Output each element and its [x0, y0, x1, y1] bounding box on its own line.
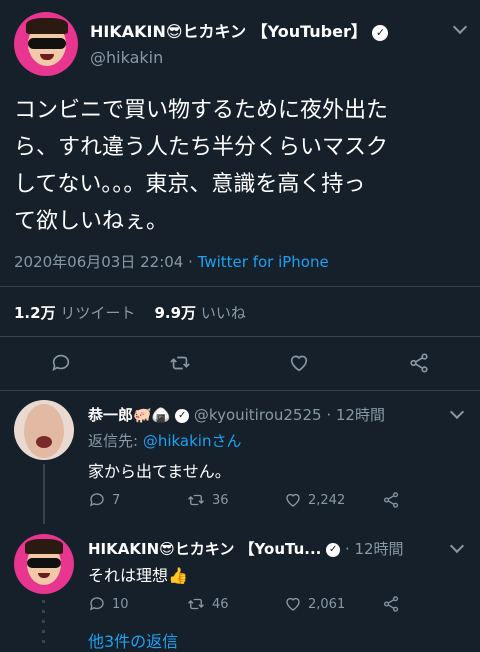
reply-to-handle[interactable]: @hikakinさん — [143, 432, 242, 450]
reply-thread-line — [43, 464, 45, 524]
retweet-button[interactable]: 36 — [186, 491, 229, 509]
like-button[interactable]: 2,242 — [284, 491, 345, 509]
tweet-text: コンビニで買い物するために夜外出た ら、すれ違う人たち半分くらいマスク してない… — [14, 92, 474, 240]
heart-icon — [286, 597, 300, 611]
timestamp[interactable]: 2020年06月03日 22:04 · — [14, 253, 198, 271]
chevron-down-icon[interactable] — [449, 404, 465, 420]
verified-badge-icon: ✓ — [326, 542, 341, 557]
avatar[interactable] — [14, 400, 74, 460]
avatar-face — [24, 404, 64, 458]
retweet-icon — [188, 598, 204, 610]
share-button[interactable] — [408, 352, 430, 374]
like-count: 2,061 — [308, 596, 346, 612]
chevron-down-icon[interactable] — [449, 538, 465, 554]
share-icon — [383, 596, 399, 612]
share-icon — [410, 353, 428, 373]
like-button[interactable]: 2,061 — [284, 595, 345, 613]
chevron-down-icon[interactable] — [452, 19, 468, 35]
retweet-count: 46 — [212, 596, 229, 612]
retweet-count: 1.2万 — [14, 304, 56, 322]
retweet-stat[interactable]: 1.2万 リツイート — [14, 304, 135, 322]
divider — [0, 336, 480, 337]
reply-text: 家から出てません。 — [88, 462, 231, 481]
reply-button[interactable]: 7 — [88, 491, 120, 509]
share-button[interactable] — [382, 491, 400, 509]
sunglasses-icon — [27, 558, 61, 568]
display-name[interactable]: HIKAKIN😎ヒカキン 【YouTuber】 ✓ — [90, 18, 389, 42]
retweet-label: リツイート — [60, 304, 136, 322]
tweet-text-line: してない。。。東京、意識を高く持っ — [14, 172, 366, 197]
reply-to: 返信先: @hikakinさん — [88, 430, 241, 451]
reply-count: 7 — [112, 492, 121, 508]
reply-button[interactable] — [50, 352, 72, 374]
retweet-icon — [188, 494, 204, 506]
divider — [0, 390, 480, 391]
reply-icon — [89, 597, 104, 611]
like-button[interactable] — [288, 352, 310, 374]
reply-to-prefix: 返信先: — [88, 432, 143, 450]
source-link[interactable]: Twitter for iPhone — [198, 253, 329, 271]
like-count: 2,242 — [308, 492, 346, 508]
avatar[interactable] — [14, 534, 74, 594]
reply-text: それは理想👍 — [88, 566, 188, 585]
engagement-stats: 1.2万 リツイート 9.9万 いいね — [14, 302, 246, 323]
reply-button[interactable]: 10 — [88, 595, 129, 613]
retweet-button[interactable]: 46 — [186, 595, 229, 613]
like-stat[interactable]: 9.9万 いいね — [154, 304, 245, 322]
avatar[interactable] — [14, 12, 78, 76]
tweet-text-line: ら、すれ違う人たち半分くらいマスク — [14, 135, 389, 160]
retweet-count: 36 — [212, 492, 229, 508]
tweet-meta: 2020年06月03日 22:04 · Twitter for iPhone — [14, 251, 329, 272]
display-name[interactable]: 恭一郎🐖🍙 — [88, 406, 170, 424]
reply-icon — [89, 493, 104, 507]
thread-dots — [42, 600, 45, 650]
like-count: 9.9万 — [154, 304, 197, 322]
handle[interactable]: @kyouitirou2525 · 12時間 — [194, 406, 385, 424]
verified-badge-icon: ✓ — [175, 408, 190, 423]
display-name[interactable]: HIKAKIN😎ヒカキン 【YouTu... — [88, 540, 321, 558]
share-icon — [383, 492, 399, 508]
share-button[interactable] — [382, 595, 400, 613]
timestamp[interactable]: · 12時間 — [345, 540, 404, 558]
sunglasses-icon — [28, 38, 66, 49]
avatar-hair — [26, 18, 68, 34]
show-more-replies-link[interactable]: 他3件の返信 — [88, 628, 178, 652]
reply-count: 10 — [112, 596, 129, 612]
retweet-button[interactable] — [168, 352, 192, 374]
tweet-text-line: て欲しいねぇ。 — [14, 209, 169, 234]
reply-icon — [52, 354, 70, 371]
handle[interactable]: @hikakin — [90, 48, 163, 67]
heart-icon — [290, 355, 308, 372]
divider — [0, 286, 480, 287]
tweet-text-line: コンビニで買い物するために夜外出た — [14, 98, 389, 123]
heart-icon — [286, 493, 300, 507]
reply-header: HIKAKIN😎ヒカキン 【YouTu... ✓ · 12時間 — [88, 538, 404, 559]
retweet-icon — [170, 356, 190, 370]
reply-header: 恭一郎🐖🍙 ✓ @kyouitirou2525 · 12時間 — [88, 404, 385, 425]
avatar-mouth — [36, 436, 52, 448]
display-name-text: HIKAKIN😎ヒカキン 【YouTuber】 — [90, 22, 367, 41]
verified-badge-icon: ✓ — [372, 24, 389, 41]
like-label: いいね — [200, 304, 246, 322]
avatar-hair — [25, 539, 63, 554]
